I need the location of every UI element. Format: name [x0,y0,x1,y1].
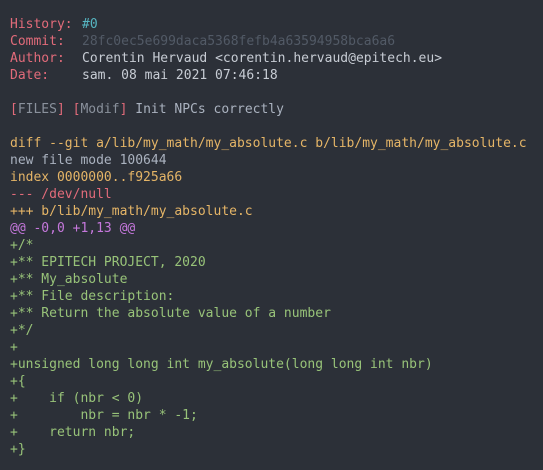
tag-bracket-open: [ [10,102,18,117]
commit-label: Commit: [10,34,65,49]
added-line: + nbr = nbr * -1; [10,408,198,423]
git-log-viewer: History: #0 Commit: 28fc0ec5e699daca5368fe… [0,0,543,470]
added-line: + [10,340,18,355]
author-row: Author: Corentin Hervaud <corentin.hervau… [10,50,543,67]
added-line: +** My_absolute [10,272,128,287]
history-label: History: [10,17,73,32]
commit-subject: [FILES] [Modif] Init NPCs correctly [10,101,543,118]
added-line: +** Return the absolute value of a numbe… [10,306,331,321]
commit-message: Init NPCs correctly [135,102,284,117]
tag-files: FILES [17,102,57,117]
tag-bracket-close: ] [56,102,65,117]
date-label: Date: [10,68,50,83]
index-line: index 0000000..f925a66 [10,170,183,185]
added-line: +/* [10,238,34,253]
added-line: +{ [10,374,26,389]
author-label: Author: [10,51,65,66]
hunk-header: @@ -0,0 +1,13 @@ [10,221,136,236]
commit-hash: 28fc0ec5e699daca5368fefb4a63594958bca6a6 [82,34,396,49]
commit-row: Commit: 28fc0ec5e699daca5368fefb4a6359495… [10,33,543,50]
tag-bracket-close: ] [119,102,128,117]
added-line: +} [10,442,26,457]
added-line: +** File description: [10,289,175,304]
minus-file-line: --- /dev/null [10,187,112,202]
diff-git-line: diff --git a/lib/my_math/my_absolute.c b… [10,136,527,151]
file-mode-line: new file mode 100644 [10,153,167,168]
author-email: <corentin.hervaud@epitech.eu> [215,51,443,66]
added-line: + return nbr; [10,425,136,440]
date-row: Date: sam. 08 mai 2021 07:46:18 [10,67,543,84]
history-row: History: #0 [10,16,543,33]
date-value: sam. 08 mai 2021 07:46:18 [82,68,278,83]
added-line: +** EPITECH PROJECT, 2020 [10,255,206,270]
plus-file-line: +++ b/lib/my_math/my_absolute.c [10,204,253,219]
added-line: + if (nbr < 0) [10,391,144,406]
tag-modif: Modif [80,102,120,117]
added-line: +unsigned long long int my_absolute(long… [10,357,433,372]
history-value: #0 [82,17,98,32]
author-name: Corentin Hervaud [82,51,208,66]
added-line: +*/ [10,323,34,338]
